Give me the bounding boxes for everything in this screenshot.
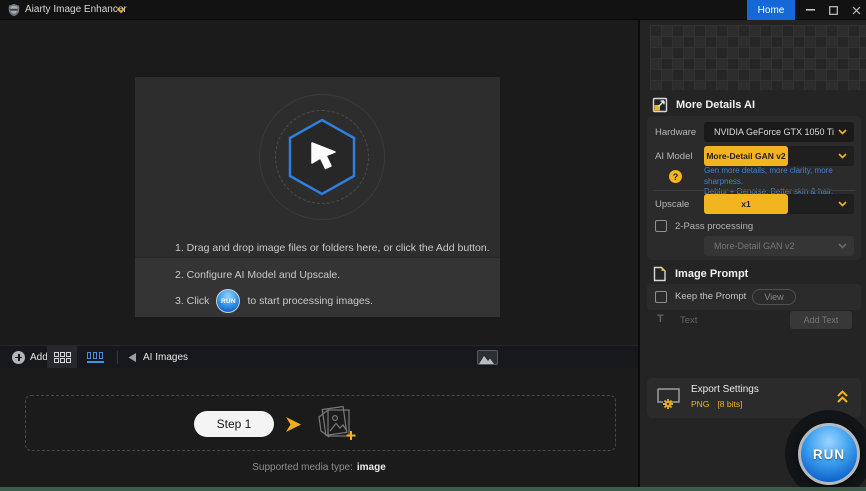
list-view-button[interactable] (80, 346, 110, 368)
ai-images-label: AI Images (143, 352, 188, 363)
chevron-down-icon (838, 243, 847, 249)
export-format: PNG (691, 399, 709, 409)
model-settings-box: Hardware NVIDIA GeForce GTX 1050 Ti AI M… (647, 116, 861, 260)
minimize-icon (806, 9, 815, 11)
grid-view-button[interactable] (47, 346, 77, 368)
supported-media-note: Supported media type: image (0, 462, 638, 473)
instruction-step-1: 1. Drag and drop image files or folders … (175, 242, 490, 254)
drop-zone[interactable]: 1. Drag and drop image files or folders … (135, 77, 500, 317)
two-pass-model-value: More-Detail GAN v2 (714, 236, 795, 256)
app-title: Aiarty Image Enhancer (25, 4, 127, 15)
add-image-icon[interactable] (314, 405, 358, 443)
add-text-button[interactable]: Add Text (790, 311, 852, 329)
home-button[interactable]: Home (747, 0, 795, 20)
step3-prefix: 3. Click (175, 295, 209, 307)
window-bottom-border (0, 487, 866, 491)
close-icon (852, 6, 861, 15)
section-more-details: More Details AI (652, 97, 755, 113)
back-arrow-icon (127, 352, 137, 363)
section-image-prompt: Image Prompt (652, 266, 748, 282)
app-menu-chevron-icon[interactable] (116, 7, 126, 14)
more-details-title: More Details AI (676, 99, 755, 111)
thumbnail-size-icon (477, 350, 498, 365)
minimize-button[interactable] (800, 0, 821, 20)
image-prompt-title: Image Prompt (675, 268, 748, 280)
step3-suffix: to start processing images. (247, 295, 372, 307)
two-pass-checkbox[interactable] (655, 220, 667, 232)
title-bar: Aiarty Image Enhancer Home (0, 0, 866, 20)
run-badge-icon: RUN (216, 289, 240, 313)
chevron-down-icon (838, 201, 847, 207)
settings-panel: More Details AI Hardware NVIDIA GeForce … (638, 20, 866, 491)
view-prompt-button[interactable]: View (752, 289, 796, 305)
run-button[interactable]: RUN (798, 423, 860, 485)
file-toolbar: Add AI Images (0, 345, 638, 368)
help-icon[interactable]: ? (669, 170, 682, 183)
step-guide-row: Step 1 (194, 396, 358, 452)
arrow-right-icon (286, 417, 302, 432)
supported-label: Supported media type: (252, 462, 353, 473)
add-files-hexagon-icon[interactable] (286, 117, 358, 197)
instruction-step-3: 3. Click RUN to start processing images. (175, 289, 373, 313)
instruction-band: 2. Configure AI Model and Upscale. 3. Cl… (135, 257, 500, 317)
supported-value: image (357, 462, 386, 473)
add-label: Add (30, 352, 48, 363)
list-view-icon (87, 351, 104, 363)
text-label: Text (680, 315, 697, 326)
text-icon: T (657, 313, 664, 325)
export-bits: [8 bits] (717, 399, 742, 409)
ai-model-description: Gen more details, more clarity, more sha… (704, 166, 856, 198)
app-logo-icon (7, 3, 21, 17)
chevron-down-icon (838, 129, 847, 135)
section-divider (653, 190, 855, 191)
help-line-1: Gen more details, more clarity, more sha… (704, 166, 856, 187)
document-icon (652, 266, 667, 282)
ai-model-value-pill: More-Detail GAN v2 (704, 146, 788, 166)
maximize-button[interactable] (823, 0, 844, 20)
keep-prompt-label: Keep the Prompt (675, 284, 746, 310)
preview-checkerboard (650, 25, 866, 90)
keep-prompt-checkbox[interactable] (655, 291, 667, 303)
two-pass-model-dropdown-disabled: More-Detail GAN v2 (704, 236, 854, 256)
grid-view-icon (54, 352, 71, 363)
two-pass-label: 2-Pass processing (675, 221, 753, 232)
hardware-value: NVIDIA GeForce GTX 1050 Ti (714, 122, 834, 142)
chevron-down-icon (838, 153, 847, 159)
maximize-icon (829, 6, 838, 15)
ai-model-dropdown[interactable]: More-Detail GAN v2 (704, 146, 854, 166)
app-window: Aiarty Image Enhancer Home 1. Drag (0, 0, 866, 491)
export-format-row: PNG [8 bits] (691, 399, 742, 409)
instruction-step-2: 2. Configure AI Model and Upscale. (175, 269, 340, 281)
upscale-value-pill: x1 (704, 194, 788, 214)
staging-drop-area[interactable]: Step 1 (25, 395, 616, 451)
keep-prompt-box: Keep the Prompt View (647, 284, 861, 310)
toolbar-divider (117, 351, 118, 364)
ai-model-label: AI Model (655, 151, 693, 162)
export-settings-title: Export Settings (691, 384, 759, 395)
upscale-dropdown[interactable]: x1 (704, 194, 854, 214)
hardware-label: Hardware (655, 127, 696, 138)
plus-icon (12, 351, 25, 364)
upscale-label: Upscale (655, 199, 689, 210)
enlarge-icon (652, 97, 668, 113)
hardware-dropdown[interactable]: NVIDIA GeForce GTX 1050 Ti (704, 122, 854, 142)
close-button[interactable] (846, 0, 866, 20)
collapse-chevrons-icon[interactable] (836, 389, 849, 404)
two-pass-checkbox-row[interactable]: 2-Pass processing (655, 220, 753, 232)
export-settings-icon (655, 386, 683, 410)
tab-ai-images[interactable]: AI Images (127, 346, 188, 368)
step-1-pill: Step 1 (194, 411, 274, 437)
